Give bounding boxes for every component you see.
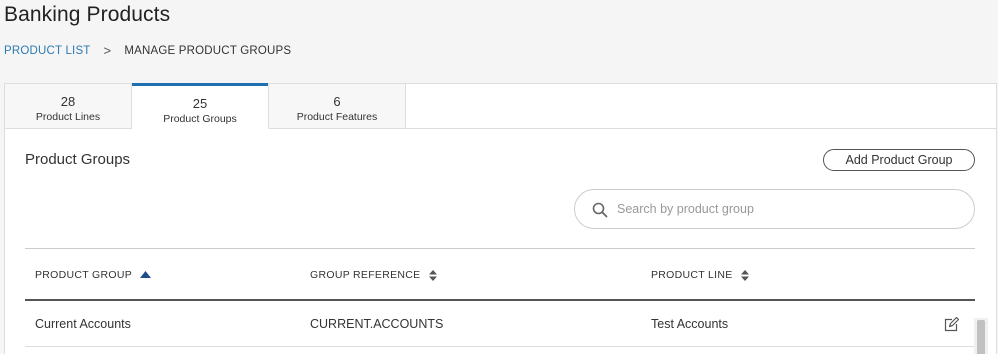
tab-count: 25 (192, 96, 208, 111)
tab-divider (405, 128, 996, 129)
sort-both-icon (740, 269, 749, 281)
cell-group-reference: CURRENT.ACCOUNTS (310, 317, 444, 331)
sort-both-icon (428, 269, 437, 281)
product-groups-card: 28 Product Lines 25 Product Groups 6 Pro… (4, 83, 997, 354)
column-header-label: PRODUCT GROUP (35, 269, 133, 281)
tab-label: Product Groups (163, 113, 237, 125)
tab-product-features[interactable]: 6 Product Features (269, 84, 406, 129)
table-row[interactable]: Current Accounts CURRENT.ACCOUNTS Test A… (25, 301, 975, 347)
column-header-label: PRODUCT LINE (651, 269, 733, 281)
add-product-group-button[interactable]: Add Product Group (823, 149, 975, 171)
column-header-label: GROUP REFERENCE (310, 269, 421, 281)
tab-count: 28 (60, 94, 76, 109)
tab-label: Product Lines (35, 111, 101, 123)
product-groups-table: PRODUCT GROUP GROUP REFERENCE PRODUCT LI… (25, 248, 975, 347)
search-icon (592, 202, 608, 218)
tab-bar: 28 Product Lines 25 Product Groups 6 Pro… (5, 83, 406, 129)
cell-product-group: Current Accounts (35, 317, 131, 331)
column-header-group-reference[interactable]: GROUP REFERENCE (310, 269, 437, 281)
section-title: Product Groups (25, 151, 131, 168)
cell-product-line: Test Accounts (651, 317, 729, 331)
breadcrumb-product-list-link[interactable]: PRODUCT LIST (4, 45, 91, 57)
breadcrumb-current: MANAGE PRODUCT GROUPS (124, 44, 292, 57)
scrollbar[interactable] (974, 318, 988, 354)
breadcrumb: PRODUCT LIST > MANAGE PRODUCT GROUPS (4, 43, 291, 58)
search-box[interactable] (574, 189, 975, 229)
tab-product-groups[interactable]: 25 Product Groups (132, 83, 269, 129)
tab-product-lines[interactable]: 28 Product Lines (5, 84, 132, 129)
edit-icon[interactable] (943, 317, 959, 333)
tab-label: Product Features (296, 111, 378, 123)
table-header: PRODUCT GROUP GROUP REFERENCE PRODUCT LI… (25, 249, 975, 301)
column-header-product-group[interactable]: PRODUCT GROUP (35, 269, 152, 281)
sort-asc-icon (140, 271, 152, 278)
page-title: Banking Products (4, 3, 171, 26)
scrollbar-thumb[interactable] (977, 320, 985, 354)
breadcrumb-separator: > (103, 43, 112, 58)
column-header-product-line[interactable]: PRODUCT LINE (651, 269, 749, 281)
search-input[interactable] (617, 199, 957, 219)
tab-count: 6 (333, 94, 341, 109)
